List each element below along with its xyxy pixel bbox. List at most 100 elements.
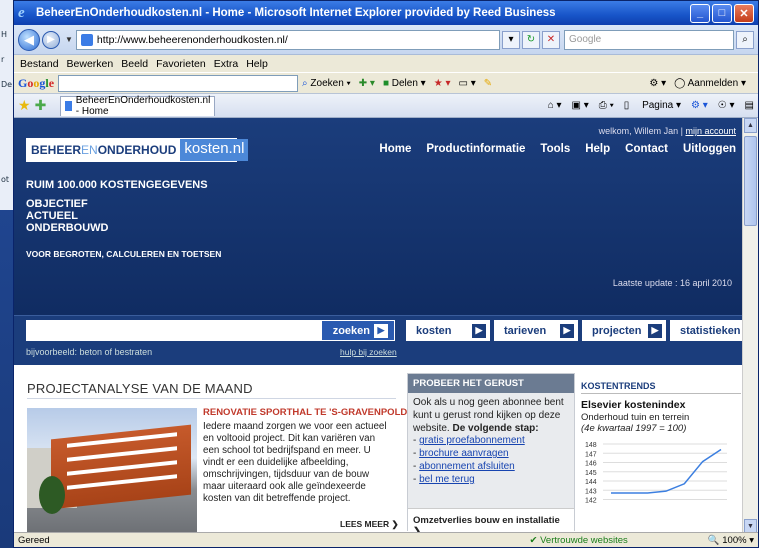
menu-favorieten[interactable]: Favorieten: [156, 58, 206, 70]
forward-button[interactable]: ▶: [42, 30, 60, 49]
scroll-up-icon[interactable]: ▲: [744, 118, 757, 133]
arrow-right-icon: ▶: [560, 323, 574, 338]
address-url: http://www.beheerenonderhoudkosten.nl/: [96, 33, 288, 46]
home-icon[interactable]: ⌂ ▾: [548, 100, 562, 111]
project-section-title: PROJECTANALYSE VAN DE MAAND: [27, 381, 396, 399]
vertical-scrollbar[interactable]: ▲ ▼: [742, 118, 758, 534]
tab-label: BeheerEnOnderhoudkosten.nl - Home: [75, 95, 211, 117]
try-it-header: PROBEER HET GERUST: [408, 374, 574, 393]
google-aanmelden-button[interactable]: ◯ Aanmelden ▾: [674, 78, 746, 89]
maximize-button[interactable]: □: [712, 3, 732, 23]
title-bar[interactable]: e BeheerEnOnderhoudkosten.nl - Home - Mi…: [14, 1, 758, 25]
nav-uitloggen[interactable]: Uitloggen: [683, 143, 736, 155]
ie-logo-icon: e: [18, 5, 25, 21]
scroll-thumb[interactable]: [744, 136, 757, 226]
search-icon: ⌕: [302, 77, 308, 89]
tagline: RUIM 100.000 KOSTENGEGEVENS OBJECTIEF AC…: [26, 179, 222, 259]
pagina-menu[interactable]: ▯ Pagina ▾: [624, 100, 681, 111]
browser-window: e BeheerEnOnderhoudkosten.nl - Home - Mi…: [13, 0, 759, 548]
zoom-icon: 🔍: [707, 534, 720, 546]
history-dropdown-icon[interactable]: ▼: [65, 35, 73, 44]
site-header: BEHEERENONDERHOUD kosten.nl welkom, Will…: [14, 118, 744, 315]
nav-productinformatie[interactable]: Productinformatie: [426, 143, 525, 155]
google-plus-icon[interactable]: ✚ ▾: [359, 78, 375, 89]
link-proefabonnement[interactable]: gratis proefabonnement: [419, 435, 525, 446]
stop-icon[interactable]: ✕: [542, 30, 560, 49]
project-title[interactable]: RENOVATIE SPORTHAL TE 'S-GRAVENPOLDER: [203, 407, 420, 418]
google-search-input[interactable]: [58, 74, 299, 92]
menu-help[interactable]: Help: [246, 58, 268, 70]
google-more-icon[interactable]: ▭ ▾: [458, 78, 475, 89]
search-input[interactable]: Google: [564, 29, 734, 50]
kosten-button[interactable]: kosten ▶: [406, 320, 490, 341]
y-tick-label: 144: [585, 479, 597, 486]
nav-home[interactable]: Home: [379, 143, 411, 155]
search-icon[interactable]: ⌕: [736, 30, 754, 49]
google-delen-button[interactable]: ■ Delen ▾: [383, 78, 426, 89]
tarieven-button[interactable]: tarieven ▶: [494, 320, 578, 341]
project-body: Iedere maand zorgen we voor een actueel …: [203, 421, 387, 504]
read-more-link[interactable]: LEES MEER ❯: [340, 519, 399, 530]
nav-help[interactable]: Help: [585, 143, 610, 155]
back-button[interactable]: ◀: [18, 28, 40, 51]
search-example: bijvoorbeeld: beton of bestraten: [26, 347, 153, 357]
menu-bar: Bestand Bewerken Beeld Favorieten Extra …: [14, 55, 758, 72]
zoom-level[interactable]: 🔍 100% ▾: [708, 535, 754, 546]
feeds-icon[interactable]: ▣ ▾: [572, 100, 589, 111]
y-tick-label: 143: [585, 488, 597, 495]
address-dropdown-icon[interactable]: ▾: [502, 30, 520, 49]
y-tick-label: 142: [585, 498, 597, 505]
help-icon[interactable]: ▤: [745, 100, 754, 111]
close-button[interactable]: ✕: [734, 3, 754, 23]
command-bar: ⌂ ▾ ▣ ▾ ⎙ ▾ ▯ Pagina ▾ ⚙ ▾ ☉ ▾ ▤: [538, 100, 754, 111]
tab-home[interactable]: BeheerEnOnderhoudkosten.nl - Home: [60, 95, 216, 117]
trends-title: Elsevier kostenindex: [581, 399, 686, 411]
status-text: Gereed: [18, 534, 50, 546]
google-toolbar: Google ⌕ Zoeken ▾ ✚ ▾ ■ Delen ▾ ★ ▾ ▭ ▾ …: [14, 72, 758, 94]
cost-trends: KOSTENTRENDS Elsevier kostenindex Onderh…: [581, 381, 741, 523]
nav-tools[interactable]: Tools: [540, 143, 570, 155]
address-bar[interactable]: http://www.beheerenonderhoudkosten.nl/: [75, 29, 500, 50]
y-tick-label: 148: [585, 442, 597, 449]
google-bookmarks-icon[interactable]: ★ ▾: [434, 78, 451, 89]
nav-contact[interactable]: Contact: [625, 143, 668, 155]
menu-bestand[interactable]: Bestand: [20, 58, 59, 70]
arrow-right-icon: ▶: [648, 323, 662, 338]
security-zone[interactable]: ✔ Vertrouwde websites: [530, 535, 628, 546]
arrow-right-icon: ▶: [472, 323, 486, 338]
trends-subtitle: Onderhoud tuin en terrein: [581, 412, 690, 423]
arrow-right-icon: ▶: [374, 323, 388, 338]
add-favorites-icon[interactable]: ✚: [35, 97, 47, 114]
link-bel-me-terug[interactable]: bel me terug: [419, 474, 475, 485]
refresh-icon[interactable]: ↻: [522, 30, 540, 49]
zoeken-button[interactable]: zoeken ▶: [321, 320, 395, 341]
link-abonnement[interactable]: abonnement afsluiten: [419, 461, 515, 472]
last-update: Laatste update : 16 april 2010: [612, 278, 732, 288]
wrench-icon[interactable]: ⚙ ▾: [649, 78, 666, 89]
link-brochure[interactable]: brochure aanvragen: [419, 448, 509, 459]
site-logo[interactable]: BEHEERENONDERHOUD kosten.nl: [26, 138, 249, 162]
menu-beeld[interactable]: Beeld: [121, 58, 148, 70]
google-logo: Google: [18, 75, 55, 90]
project-photo[interactable]: [27, 408, 197, 533]
share-icon: ■: [382, 77, 389, 89]
projecten-button[interactable]: projecten ▶: [582, 320, 666, 341]
my-account-link[interactable]: mijn account: [685, 126, 736, 136]
google-zoeken-button[interactable]: ⌕ Zoeken ▾: [302, 78, 351, 89]
search-help-link[interactable]: hulp bij zoeken: [340, 347, 397, 357]
trend-chart: 148 147 146 145 144 143 142: [585, 442, 727, 505]
menu-extra[interactable]: Extra: [214, 58, 239, 70]
news-item[interactable]: Omzetverlies bouw en installatie ❯: [408, 508, 574, 534]
page-icon: [80, 33, 93, 46]
pencil-icon[interactable]: ✎: [484, 78, 492, 89]
tools-icon[interactable]: ⚙ ▾: [691, 100, 708, 111]
try-it-next: De volgende stap:: [452, 422, 539, 434]
research-icon[interactable]: ☉ ▾: [718, 100, 735, 111]
site-search-input[interactable]: [26, 320, 335, 341]
minimize-button[interactable]: _: [690, 3, 710, 23]
favorites-star-icon[interactable]: ★: [18, 97, 31, 114]
print-icon[interactable]: ⎙ ▾: [599, 100, 614, 111]
menu-bewerken[interactable]: Bewerken: [67, 58, 114, 70]
content-area: PROJECTANALYSE VAN DE MAAND RENOVATIE SP…: [14, 365, 744, 534]
statistieken-button[interactable]: statistieken▶: [670, 320, 744, 341]
